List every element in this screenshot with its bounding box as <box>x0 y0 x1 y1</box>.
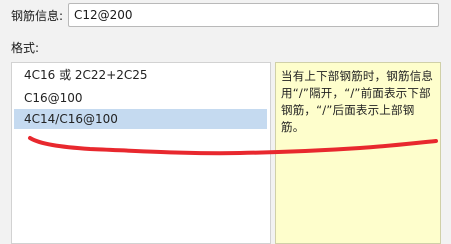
rebar-info-label: 钢筋信息: <box>11 9 64 23</box>
format-label: 格式: <box>11 41 40 55</box>
help-panel: 当有上下部钢筋时，钢筋信息用“/”隔开，“/”前面表示下部钢筋，“/”后面表示上… <box>275 62 441 244</box>
format-list[interactable]: 4C16 或 2C22+2C25 C16@100 4C14/C16@100 <box>11 62 271 244</box>
format-list-item[interactable]: 4C16 或 2C22+2C25 <box>14 65 267 85</box>
format-list-item[interactable]: C16@100 <box>14 88 267 108</box>
rebar-info-input[interactable] <box>68 3 439 27</box>
format-list-item-selected[interactable]: 4C14/C16@100 <box>14 109 267 129</box>
help-text: 当有上下部钢筋时，钢筋信息用“/”隔开，“/”前面表示下部钢筋，“/”后面表示上… <box>281 69 434 134</box>
